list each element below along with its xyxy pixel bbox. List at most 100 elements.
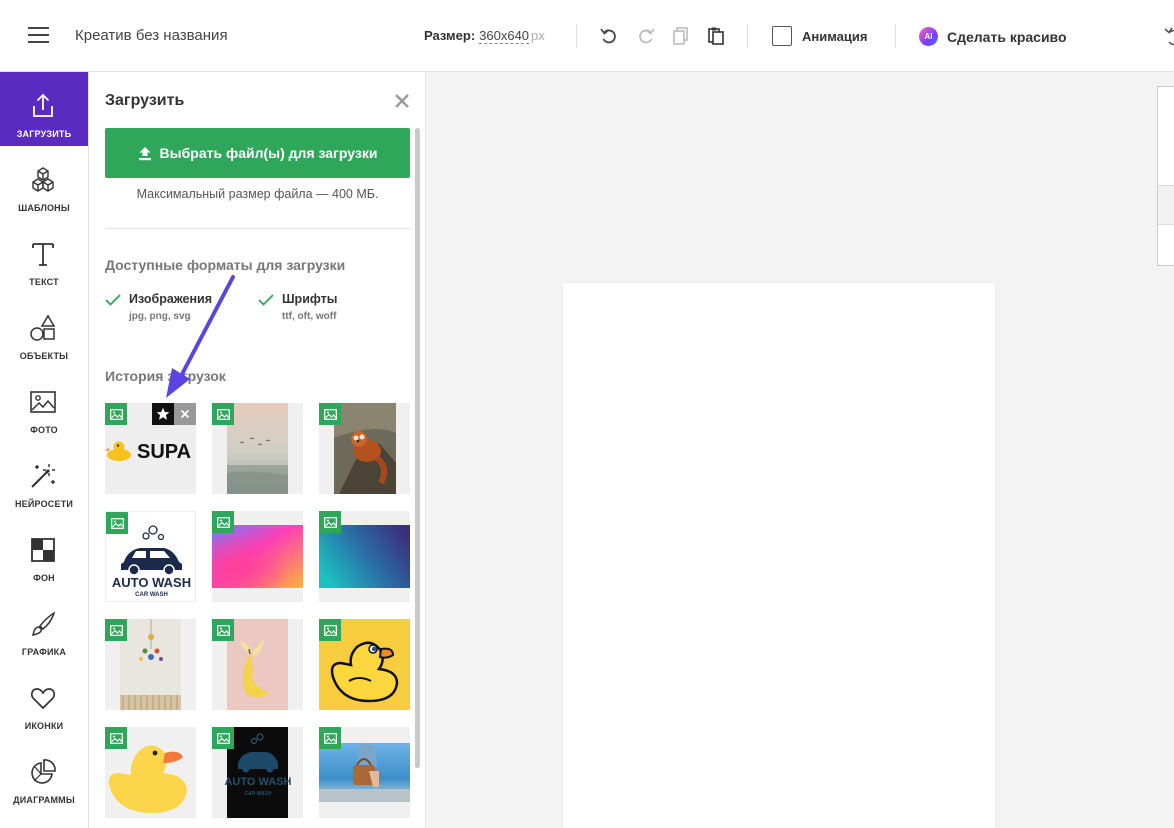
logo-text: AUTO WASH — [112, 575, 191, 590]
toolbar-divider — [576, 24, 577, 48]
image-type-badge — [212, 727, 234, 749]
sidebar-item-label: ШАБЛОНЫ — [18, 203, 70, 213]
top-bar: Креатив без названия Размер: 360x640 px Ан… — [0, 0, 1174, 72]
sidebar-item-label: ГРАФИКА — [21, 647, 67, 657]
side-panel-edge[interactable] — [1157, 86, 1174, 266]
toolbar-divider — [895, 24, 896, 48]
logo-text: AUTO WASH — [224, 776, 291, 788]
pie-chart-icon — [31, 759, 56, 784]
image-type-badge — [105, 403, 127, 425]
sidebar-item-label: ТЕКСТ — [29, 277, 59, 287]
logo-subtext: CAR WASH — [244, 791, 272, 797]
history-icon[interactable] — [1160, 26, 1174, 48]
heart-icon — [30, 688, 56, 710]
size-control[interactable]: Размер: 360x640 px — [424, 28, 545, 44]
sidebar-item-label: ФОН — [33, 573, 55, 583]
document-title[interactable]: Креатив без названия — [75, 27, 228, 44]
sidebar-item-objects[interactable]: ОБЪЕКТЫ — [0, 294, 88, 368]
panel-title: Загрузить — [105, 92, 185, 109]
image-icon — [109, 732, 123, 744]
image-type-badge — [106, 512, 128, 534]
side-panel-tab[interactable] — [1158, 185, 1174, 225]
menu-icon[interactable] — [28, 26, 49, 44]
shapes-icon — [30, 314, 56, 341]
thumbnail-foggy-sea[interactable] — [212, 403, 303, 494]
sidebar-item-text[interactable]: ТЕКСТ — [0, 220, 88, 294]
undo-icon[interactable] — [599, 26, 619, 46]
sidebar-item-charts[interactable]: ДИАГРАММЫ — [0, 738, 88, 812]
thumbnail-supa-logo[interactable]: SUPA — [105, 403, 196, 494]
size-value[interactable]: 360x640 — [479, 28, 530, 44]
image-icon — [323, 732, 337, 744]
delete-button[interactable] — [174, 403, 196, 425]
format-extensions: ttf, oft, woff — [282, 311, 337, 322]
image-icon — [323, 408, 337, 420]
thumbnail-auto-wash[interactable]: AUTO WASH CAR WASH — [105, 511, 196, 602]
thumbnail-duck-yellow[interactable] — [319, 619, 410, 710]
thumbnail-banana[interactable] — [212, 619, 303, 710]
brush-icon — [31, 611, 56, 637]
close-icon[interactable] — [393, 92, 411, 110]
image-type-badge — [319, 511, 341, 533]
sidebar-item-templates[interactable]: ШАБЛОНЫ — [0, 146, 88, 220]
sidebar-item-background[interactable]: ФОН — [0, 516, 88, 590]
magic-wand-icon — [31, 464, 55, 488]
sidebar-item-neural[interactable]: НЕЙРОСЕТИ — [0, 442, 88, 516]
photo-icon — [30, 391, 56, 413]
image-icon — [109, 408, 123, 420]
history-title: История загрузок — [105, 368, 226, 384]
beautify-button[interactable]: Сделать красиво — [947, 29, 1067, 45]
format-name: Изображения — [129, 292, 213, 306]
sidebar-item-label: ЗАГРУЗИТЬ — [16, 129, 72, 139]
image-icon — [323, 624, 337, 636]
animation-label: Анимация — [802, 29, 868, 44]
thumbnail-red-panda[interactable] — [319, 403, 410, 494]
image-type-badge — [212, 619, 234, 641]
sidebar-item-graphics[interactable]: ГРАФИКА — [0, 590, 88, 664]
close-icon — [180, 409, 190, 419]
divider — [105, 228, 410, 229]
image-icon — [216, 732, 230, 744]
image-icon — [216, 624, 230, 636]
image-type-badge — [212, 403, 234, 425]
star-icon — [156, 407, 170, 420]
sidebar-item-label: ИКОНКИ — [24, 721, 64, 731]
format-name: Шрифты — [282, 292, 338, 306]
sidebar-item-label: ДИАГРАММЫ — [13, 795, 75, 805]
thumbnail-teal-gradient[interactable] — [319, 511, 410, 602]
cubes-icon — [32, 167, 54, 192]
animation-checkbox[interactable] — [772, 26, 792, 46]
thumbnail-pink-gradient[interactable] — [212, 511, 303, 602]
sidebar-item-icons[interactable]: ИКОНКИ — [0, 664, 88, 738]
sidebar-item-upload[interactable]: ЗАГРУЗИТЬ — [0, 72, 88, 146]
thumbnail-duck-white[interactable] — [105, 727, 196, 818]
left-sidebar: ЗАГРУЗИТЬ ШАБЛОНЫ ТЕКСТ ОБЪЕКТЫ ФОТО НЕЙ… — [0, 72, 89, 828]
redo-icon[interactable] — [636, 26, 656, 46]
thumbnail-auto-wash-dark[interactable]: AUTO WASH CAR WASH — [212, 727, 303, 818]
image-type-badge — [319, 619, 341, 641]
image-type-badge — [105, 727, 127, 749]
image-type-badge — [105, 619, 127, 641]
sidebar-item-label: НЕЙРОСЕТИ — [14, 499, 74, 509]
upload-icon — [33, 93, 53, 117]
background-icon — [31, 538, 55, 562]
paste-icon[interactable] — [706, 26, 726, 46]
thumbnail-wall-mobile[interactable] — [105, 619, 196, 710]
image-icon — [109, 624, 123, 636]
upload-panel: Загрузить Выбрать файл(ы) для загрузки М… — [89, 72, 426, 828]
check-icon — [105, 294, 121, 306]
image-icon — [110, 517, 124, 529]
upload-icon — [138, 146, 151, 160]
sidebar-item-photo[interactable]: ФОТО — [0, 368, 88, 442]
choose-files-button[interactable]: Выбрать файл(ы) для загрузки — [105, 128, 410, 178]
canvas-area[interactable] — [427, 72, 1174, 828]
artboard[interactable] — [563, 283, 995, 828]
copy-icon[interactable] — [671, 26, 691, 46]
choose-files-label: Выбрать файл(ы) для загрузки — [159, 145, 378, 161]
thumbnail-beach-bag[interactable] — [319, 727, 410, 818]
panel-scrollbar[interactable] — [415, 128, 420, 768]
favorite-button[interactable] — [152, 403, 174, 425]
size-label: Размер: — [424, 28, 476, 43]
image-type-badge — [319, 727, 341, 749]
image-icon — [216, 408, 230, 420]
